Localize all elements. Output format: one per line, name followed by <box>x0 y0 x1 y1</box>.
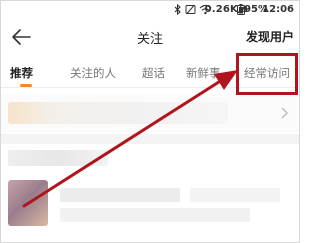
wifi-icon <box>199 4 212 15</box>
status-bar: 0.26K/s 95% 12:06 <box>0 0 300 20</box>
active-tab-indicator <box>20 84 32 87</box>
bluetooth-icon <box>174 4 181 15</box>
phone-screen: 0.26K/s 95% 12:06 关注 发现用户 推荐 关注的人 超话 新鲜事… <box>0 0 300 243</box>
section-divider <box>0 134 300 144</box>
mute-icon <box>185 5 196 14</box>
discover-users-button[interactable]: 发现用户 <box>246 28 294 45</box>
list-item[interactable] <box>0 178 300 238</box>
blurred-content <box>60 188 180 202</box>
blurred-content <box>8 102 228 124</box>
tab-following[interactable]: 关注的人 <box>70 65 116 81</box>
avatar[interactable] <box>8 180 48 226</box>
highlight-box <box>236 53 298 95</box>
tab-super-topics[interactable]: 超话 <box>142 65 165 81</box>
tab-recommended[interactable]: 推荐 <box>10 65 33 81</box>
nav-bar: 关注 发现用户 <box>0 20 300 54</box>
blurred-content <box>190 188 280 202</box>
blurred-content <box>8 150 108 166</box>
chevron-right-icon <box>281 107 288 119</box>
clock: 12:06 <box>262 4 294 15</box>
blurred-content <box>60 208 250 222</box>
section-header <box>0 148 300 168</box>
tab-news[interactable]: 新鲜事 <box>186 65 221 81</box>
list-item[interactable] <box>0 94 300 132</box>
